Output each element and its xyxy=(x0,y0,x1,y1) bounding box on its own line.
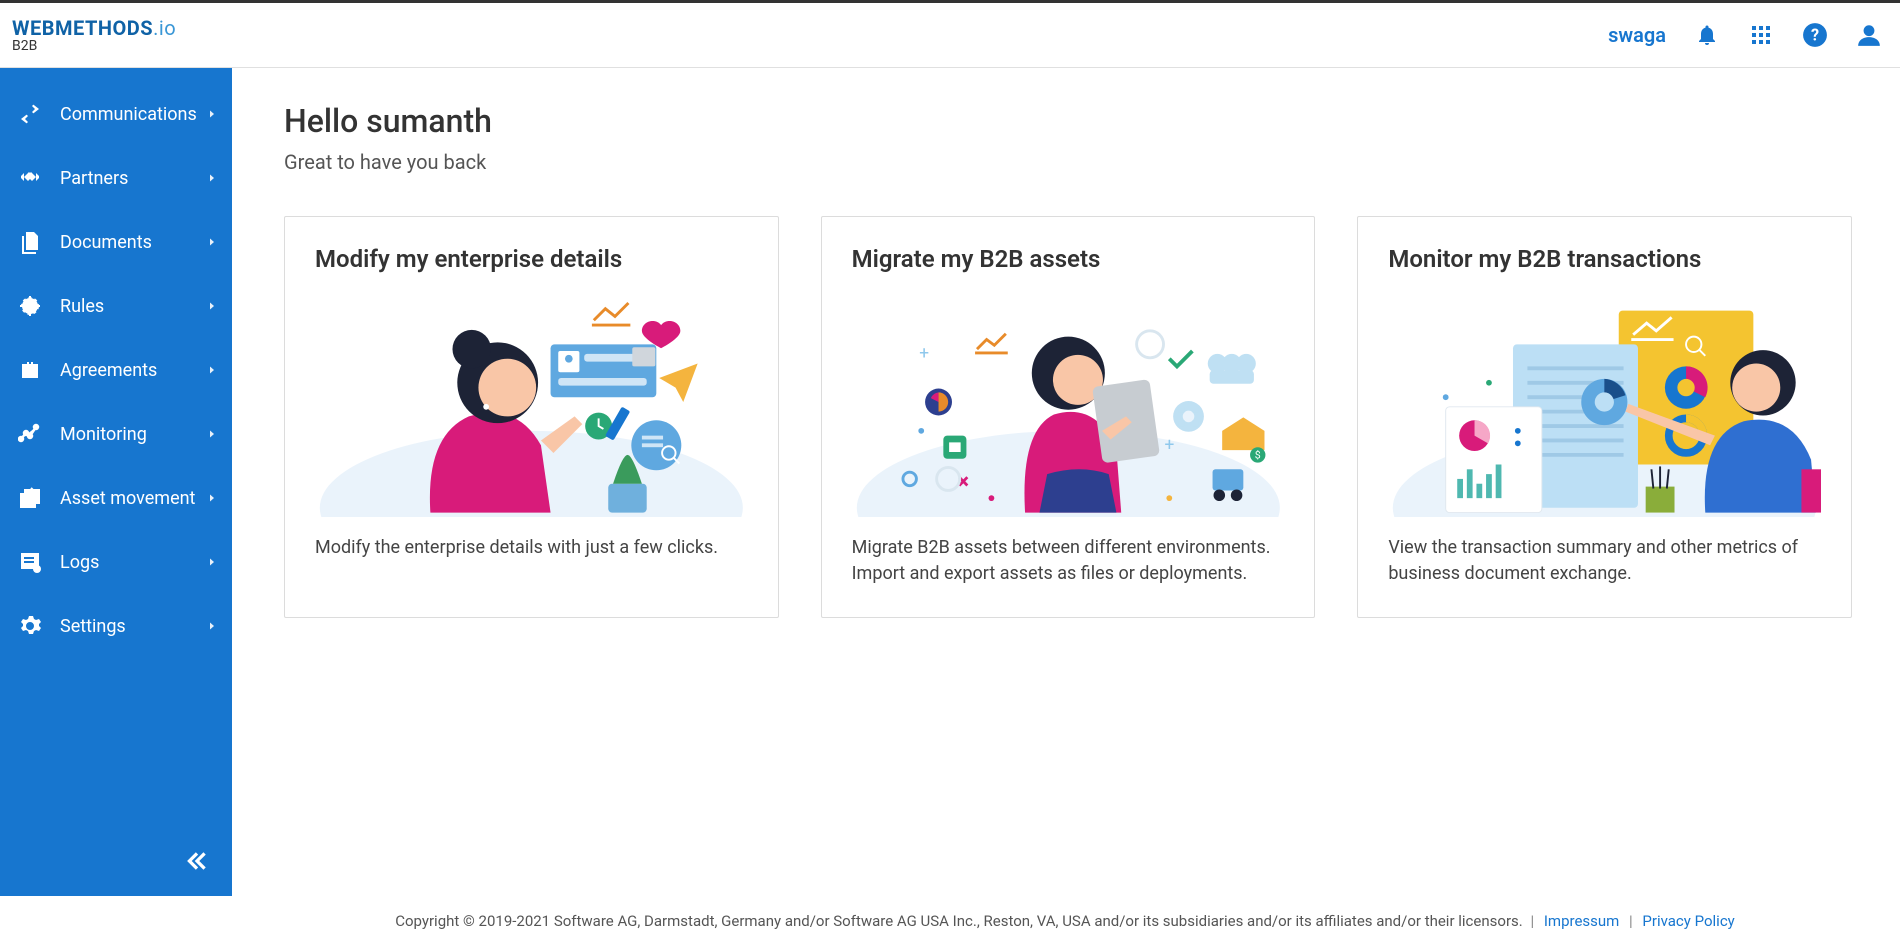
profile-icon[interactable] xyxy=(1856,22,1882,48)
nav-label: Agreements xyxy=(60,360,206,381)
sidebar-item-rules[interactable]: Rules xyxy=(0,274,232,338)
sidebar-item-settings[interactable]: Settings xyxy=(0,594,232,658)
chevron-right-icon xyxy=(206,616,218,637)
sidebar-item-logs[interactable]: Logs xyxy=(0,530,232,594)
footer: Copyright © 2019-2021 Software AG, Darms… xyxy=(232,896,1900,946)
main-content: Hello sumanth Great to have you back Mod… xyxy=(232,68,1900,896)
bell-icon[interactable] xyxy=(1694,22,1720,48)
sidebar-item-monitoring[interactable]: Monitoring xyxy=(0,402,232,466)
nav-label: Partners xyxy=(60,168,206,189)
card-description: View the transaction summary and other m… xyxy=(1388,535,1821,587)
separator: | xyxy=(1625,912,1636,930)
exchange-icon xyxy=(14,102,46,126)
chevron-right-icon xyxy=(206,360,218,381)
chevron-right-icon xyxy=(206,104,218,125)
chevron-right-icon xyxy=(206,424,218,445)
card-description: Migrate B2B assets between different env… xyxy=(852,535,1285,587)
chevron-right-icon xyxy=(206,168,218,189)
chevron-right-icon xyxy=(206,488,218,509)
nav-list: Communications Partners Documents xyxy=(0,68,232,658)
shell: Communications Partners Documents xyxy=(0,68,1900,896)
brand-text-suffix: .io xyxy=(153,16,176,40)
card-modify-enterprise[interactable]: Modify my enterprise details xyxy=(284,216,779,618)
card-illustration xyxy=(315,287,748,517)
gear-icon xyxy=(14,614,46,638)
header: WEBMETHODS.io B2B swaga ? xyxy=(0,3,1900,68)
copyright-text: Copyright © 2019-2021 Software AG, Darms… xyxy=(395,912,1523,930)
collapse-sidebar-icon[interactable] xyxy=(184,848,210,878)
header-actions: swaga ? xyxy=(1608,22,1882,48)
card-illustration: × $ + + xyxy=(852,287,1285,517)
card-description: Modify the enterprise details with just … xyxy=(315,535,748,561)
cards-row: Modify my enterprise details xyxy=(284,216,1852,618)
card-monitor-transactions[interactable]: Monitor my B2B transactions xyxy=(1357,216,1852,618)
briefcase-icon xyxy=(14,358,46,382)
greeting-subtitle: Great to have you back xyxy=(284,150,1852,174)
svg-text:$: $ xyxy=(1254,449,1260,462)
handshake-icon xyxy=(14,166,46,190)
card-title: Monitor my B2B transactions xyxy=(1388,245,1821,273)
nav-label: Monitoring xyxy=(60,424,206,445)
svg-text:?: ? xyxy=(1811,25,1819,44)
svg-text:+: + xyxy=(1164,435,1174,455)
chevron-right-icon xyxy=(206,296,218,317)
card-illustration xyxy=(1388,287,1821,517)
brand-title: WEBMETHODS.io xyxy=(12,16,176,40)
sidebar: Communications Partners Documents xyxy=(0,68,232,896)
log-icon xyxy=(14,550,46,574)
footer-link-privacy[interactable]: Privacy Policy xyxy=(1642,912,1734,930)
nav-label: Settings xyxy=(60,616,206,637)
brand[interactable]: WEBMETHODS.io B2B xyxy=(12,16,176,54)
sidebar-item-partners[interactable]: Partners xyxy=(0,146,232,210)
nav-label: Rules xyxy=(60,296,206,317)
sidebar-item-agreements[interactable]: Agreements xyxy=(0,338,232,402)
nav-label: Documents xyxy=(60,232,206,253)
card-title: Modify my enterprise details xyxy=(315,245,748,273)
user-label[interactable]: swaga xyxy=(1608,23,1666,47)
card-migrate-assets[interactable]: Migrate my B2B assets xyxy=(821,216,1316,618)
card-title: Migrate my B2B assets xyxy=(852,245,1285,273)
separator: | xyxy=(1527,912,1538,930)
footer-link-impressum[interactable]: Impressum xyxy=(1544,912,1619,930)
brand-text-main: WEBMETHODS xyxy=(12,16,153,40)
nav-label: Asset movement xyxy=(60,488,206,509)
sidebar-item-asset-movement[interactable]: Asset movement xyxy=(0,466,232,530)
nav-label: Communications xyxy=(60,104,206,125)
apps-grid-icon[interactable] xyxy=(1748,22,1774,48)
chevron-right-icon xyxy=(206,552,218,573)
chevron-right-icon xyxy=(206,232,218,253)
target-icon xyxy=(14,294,46,318)
document-icon xyxy=(14,230,46,254)
help-icon[interactable]: ? xyxy=(1802,22,1828,48)
svg-text:+: + xyxy=(919,344,929,364)
sidebar-item-communications[interactable]: Communications xyxy=(0,82,232,146)
move-icon xyxy=(14,486,46,510)
greeting-title: Hello sumanth xyxy=(284,102,1852,140)
brand-subtitle: B2B xyxy=(12,38,176,54)
nav-label: Logs xyxy=(60,552,206,573)
chart-icon xyxy=(14,422,46,446)
sidebar-item-documents[interactable]: Documents xyxy=(0,210,232,274)
